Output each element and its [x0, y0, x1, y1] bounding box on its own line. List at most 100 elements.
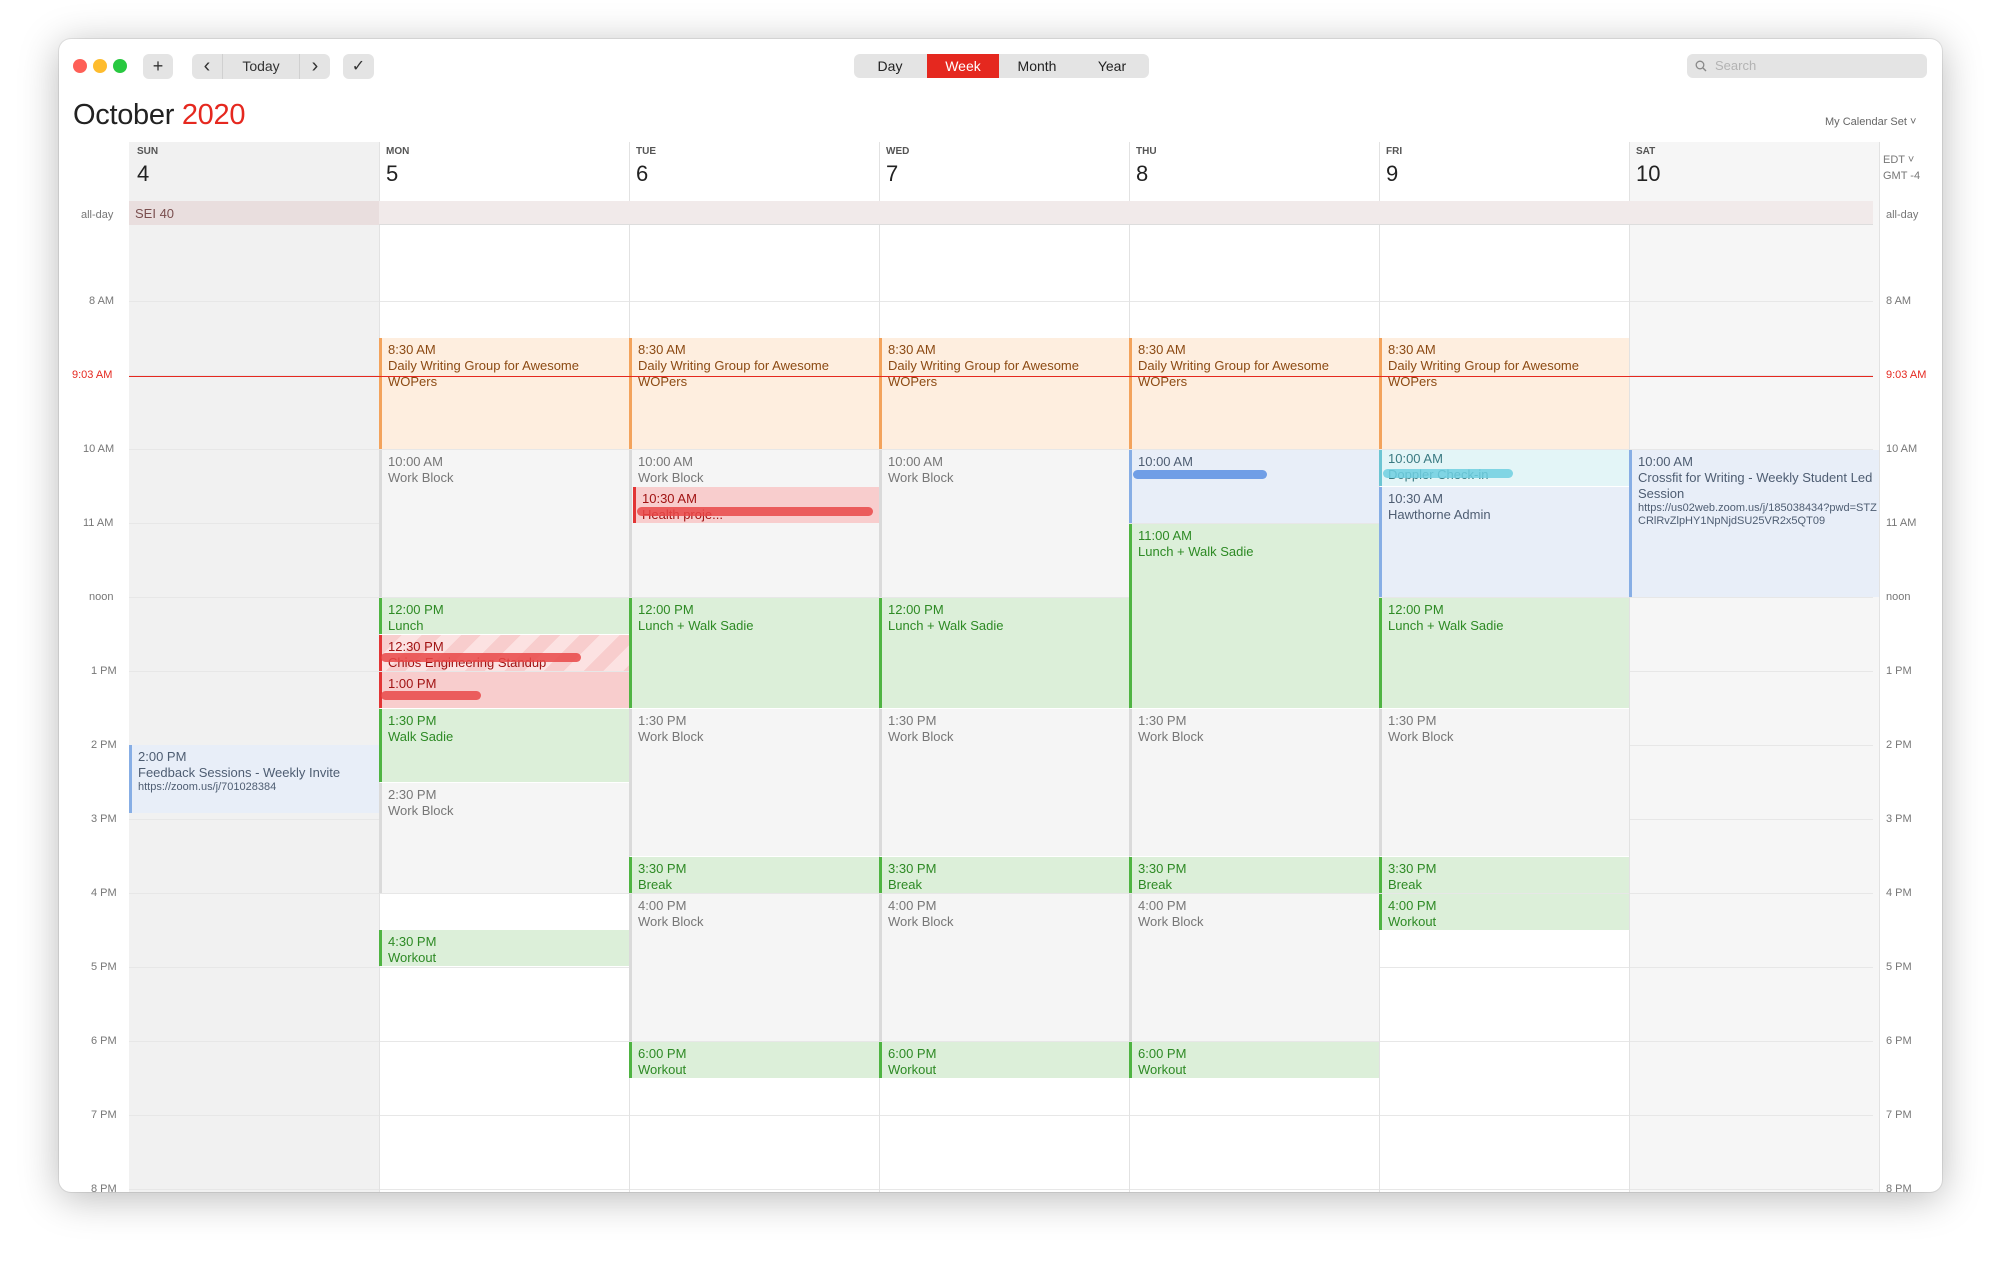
event-title: Work Block — [1388, 729, 1454, 744]
event-lunch-walk[interactable]: 12:00 PM Lunch + Walk Sadie — [1379, 598, 1629, 708]
event-work-block[interactable]: 10:00 AM Work Block — [879, 450, 1129, 597]
event-daily-writing-group[interactable]: 8:30 AM Daily Writing Group for Awesome … — [1129, 338, 1379, 449]
event-1pm-meeting[interactable]: 1:00 PM — [379, 672, 629, 708]
event-time: 3:30 PM — [638, 861, 687, 876]
hour-label: 1 PM — [1886, 665, 1912, 677]
event-title: Lunch — [388, 618, 424, 633]
event-lunch-walk[interactable]: 12:00 PM Lunch + Walk Sadie — [629, 598, 879, 708]
event-time: 12:00 PM — [888, 602, 944, 617]
event-work-block[interactable]: 1:30 PM Work Block — [879, 709, 1129, 856]
event-break[interactable]: 3:30 PM Break — [1379, 857, 1629, 893]
hour-label: 5 PM — [91, 961, 117, 973]
event-time: 1:30 PM — [1138, 713, 1187, 728]
hour-label: 6 PM — [1886, 1035, 1912, 1047]
event-break[interactable]: 3:30 PM Break — [879, 857, 1129, 893]
current-time-label: 9:03 AM — [72, 369, 113, 381]
event-title: Daily Writing Group for Awesome WOPers — [888, 358, 1079, 389]
day-name: FRI — [1386, 146, 1403, 157]
day-number[interactable]: 10 — [1636, 161, 1660, 187]
event-time: 6:00 PM — [1138, 1046, 1187, 1061]
hour-label: 7 PM — [91, 1109, 117, 1121]
event-daily-writing-group[interactable]: 8:30 AM Daily Writing Group for Awesome … — [379, 338, 629, 449]
event-hawthorne-admin[interactable]: 10:30 AM Hawthorne Admin — [1379, 487, 1629, 597]
event-title: Daily Writing Group for Awesome WOPers — [1388, 358, 1579, 389]
event-title: Work Block — [638, 729, 704, 744]
event-daily-writing-group[interactable]: 8:30 AM Daily Writing Group for Awesome … — [629, 338, 879, 449]
event-time: 10:30 AM — [642, 491, 697, 506]
event-lunch-walk[interactable]: 11:00 AM Lunch + Walk Sadie — [1129, 524, 1379, 708]
day-name: TUE — [636, 146, 656, 157]
event-title: Break — [888, 877, 922, 892]
day-number[interactable]: 9 — [1386, 161, 1398, 187]
day-number[interactable]: 5 — [386, 161, 398, 187]
event-work-block[interactable]: 10:00 AM Work Block — [629, 450, 879, 597]
week-grid: SUN 4 MON 5 TUE 6 WED 7 THU 8 FRI 9 SAT … — [59, 39, 1942, 1192]
event-workout[interactable]: 4:30 PM Workout — [379, 930, 629, 966]
hour-label: 1 PM — [91, 665, 117, 677]
event-break[interactable]: 3:30 PM Break — [1129, 857, 1379, 893]
event-time: 10:00 AM — [1138, 454, 1193, 469]
hour-label: 2 PM — [91, 739, 117, 751]
hour-label: 2 PM — [1886, 739, 1912, 751]
event-work-block[interactable]: 1:30 PM Work Block — [1379, 709, 1629, 856]
event-work-block[interactable]: 1:30 PM Work Block — [629, 709, 879, 856]
day-number[interactable]: 7 — [886, 161, 898, 187]
day-number[interactable]: 6 — [636, 161, 648, 187]
event-health-project[interactable]: 10:30 AM Health proje... — [633, 487, 879, 523]
hour-label: 8 AM — [1886, 295, 1912, 307]
allday-row[interactable] — [129, 201, 1873, 225]
event-work-block[interactable]: 4:00 PM Work Block — [879, 894, 1129, 1041]
event-time: 4:00 PM — [1138, 898, 1187, 913]
saturday-column[interactable] — [1629, 142, 1879, 1192]
event-time: 10:00 AM — [1638, 454, 1693, 469]
event-title: Hawthorne Admin — [1388, 507, 1491, 522]
event-title: Work Block — [638, 470, 704, 485]
event-workout[interactable]: 6:00 PM Workout — [629, 1042, 879, 1078]
event-time: 8:30 AM — [388, 342, 436, 357]
event-work-block[interactable]: 4:00 PM Work Block — [629, 894, 879, 1041]
allday-event-sei40[interactable]: SEI 40 — [129, 201, 379, 225]
event-work-block[interactable]: 4:00 PM Work Block — [1129, 894, 1379, 1041]
event-title: Daily Writing Group for Awesome WOPers — [638, 358, 829, 389]
day-name: SUN — [137, 146, 159, 157]
event-workout[interactable]: 6:00 PM Workout — [879, 1042, 1129, 1078]
redaction-scribble — [1383, 469, 1513, 478]
event-title: Work Block — [888, 729, 954, 744]
event-time: 3:30 PM — [1388, 861, 1437, 876]
event-work-block[interactable]: 10:00 AM Work Block — [379, 450, 629, 597]
event-title: Crossfit for Writing - Weekly Student Le… — [1638, 470, 1873, 501]
event-daily-writing-group[interactable]: 8:30 AM Daily Writing Group for Awesome … — [879, 338, 1129, 449]
event-work-block[interactable]: 2:30 PM Work Block — [379, 783, 629, 893]
event-lunch[interactable]: 12:00 PM Lunch — [379, 598, 629, 634]
event-time: 12:00 PM — [388, 602, 444, 617]
redaction-scribble — [637, 507, 873, 516]
event-lunch-walk[interactable]: 12:00 PM Lunch + Walk Sadie — [879, 598, 1129, 708]
timezone-selector[interactable]: EDT ˅ — [1883, 154, 1914, 166]
event-time: 10:00 AM — [638, 454, 693, 469]
hour-label: 11 AM — [83, 517, 114, 529]
event-title: Break — [638, 877, 672, 892]
hour-label: 11 AM — [1886, 517, 1917, 529]
day-number[interactable]: 8 — [1136, 161, 1148, 187]
event-walk-sadie[interactable]: 1:30 PM Walk Sadie — [379, 709, 629, 782]
event-feedback-sessions[interactable]: 2:00 PM Feedback Sessions - Weekly Invit… — [129, 745, 379, 813]
event-daily-writing-group[interactable]: 8:30 AM Daily Writing Group for Awesome … — [1379, 338, 1629, 449]
hour-label: 4 PM — [1886, 887, 1912, 899]
day-name: THU — [1136, 146, 1157, 157]
hour-label: 8 PM — [91, 1183, 117, 1192]
event-10am-thursday[interactable]: 10:00 AM — [1129, 450, 1379, 523]
event-title: Workout — [1138, 1062, 1187, 1077]
sunday-column[interactable] — [129, 142, 379, 1192]
event-workout[interactable]: 4:00 PM Workout — [1379, 894, 1629, 930]
event-crossfit-for-writing[interactable]: 10:00 AM Crossfit for Writing - Weekly S… — [1629, 450, 1879, 597]
hour-label: 8 AM — [89, 295, 115, 307]
event-doppler-checkin[interactable]: 10:00 AM Doppler Check-in — [1379, 450, 1629, 486]
event-title: Daily Writing Group for Awesome WOPers — [1138, 358, 1329, 389]
event-break[interactable]: 3:30 PM Break — [629, 857, 879, 893]
day-number[interactable]: 4 — [137, 161, 149, 187]
hour-label: noon — [1886, 591, 1911, 603]
event-workout[interactable]: 6:00 PM Workout — [1129, 1042, 1379, 1078]
event-time: 11:00 AM — [1138, 528, 1192, 543]
event-title: Lunch + Walk Sadie — [1138, 544, 1254, 559]
event-work-block[interactable]: 1:30 PM Work Block — [1129, 709, 1379, 856]
